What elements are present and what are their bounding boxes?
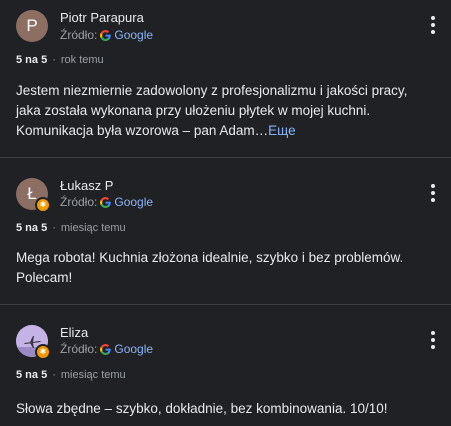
local-guide-icon: ✱ [35, 197, 51, 213]
review-header: P Piotr Parapura Źródło: Google [0, 0, 451, 52]
review-source: Źródło: Google [60, 195, 153, 209]
review-text-content: Mega robota! Kuchnia złożona idealnie, s… [16, 250, 404, 285]
review-time: rok temu [60, 54, 104, 66]
avatar[interactable]: P [16, 10, 48, 42]
separator: · [52, 222, 56, 234]
review-time: miesiąc temu [60, 369, 126, 381]
reviewer-name[interactable]: Piotr Parapura [60, 10, 144, 25]
review-text: Jestem niezmiernie zadowolony z profesjo… [16, 81, 435, 141]
review-header: Ł ✱ Łukasz P Źródło: Google [0, 158, 451, 220]
review-source: Źródło: Google [60, 342, 153, 356]
review-text: Słowa zbędne – szybko, dokładnie, bez ko… [16, 399, 435, 419]
avatar-letter: P [26, 16, 38, 35]
review-time: miesiąc temu [60, 222, 126, 234]
review-text-content: Słowa zbędne – szybko, dokładnie, bez ko… [16, 401, 388, 416]
rating: 5 na 5 [16, 54, 48, 66]
review-meta: 5 na 5 · rok temu [16, 54, 104, 66]
review-source: Źródło: Google [60, 28, 153, 42]
avatar[interactable]: ✱ [16, 325, 51, 360]
reviewer-name[interactable]: Eliza [60, 325, 88, 340]
source-google-link[interactable]: Google [114, 342, 153, 356]
review-header: ✱ Eliza Źródło: Google [0, 305, 451, 367]
separator: · [52, 54, 56, 66]
review-card: Ł ✱ Łukasz P Źródło: Google 5 na 5 · mie… [0, 157, 451, 304]
reviewer-name[interactable]: Łukasz P [60, 178, 113, 193]
source-google-link[interactable]: Google [114, 28, 153, 42]
review-text-content: Jestem niezmiernie zadowolony z profesjo… [16, 83, 408, 138]
google-g-icon [100, 29, 112, 41]
google-g-icon [100, 196, 112, 208]
google-g-icon [100, 343, 112, 355]
local-guide-icon: ✱ [35, 344, 51, 360]
avatar[interactable]: Ł ✱ [16, 178, 51, 213]
more-vert-icon[interactable] [431, 184, 435, 202]
separator: · [52, 369, 56, 381]
source-label: Źródło: [60, 28, 98, 42]
more-vert-icon[interactable] [431, 16, 435, 34]
review-meta: 5 na 5 · miesiąc temu [16, 369, 126, 381]
review-text: Mega robota! Kuchnia złożona idealnie, s… [16, 248, 435, 288]
more-vert-icon[interactable] [431, 331, 435, 349]
review-card: P Piotr Parapura Źródło: Google 5 na 5 ·… [0, 0, 451, 157]
rating: 5 na 5 [16, 222, 48, 234]
source-label: Źródło: [60, 195, 98, 209]
review-card: ✱ Eliza Źródło: Google 5 na 5 · miesiąc … [0, 304, 451, 426]
source-label: Źródło: [60, 342, 98, 356]
review-meta: 5 na 5 · miesiąc temu [16, 222, 126, 234]
read-more-link[interactable]: Еще [268, 123, 295, 138]
source-google-link[interactable]: Google [114, 195, 153, 209]
rating: 5 na 5 [16, 369, 48, 381]
